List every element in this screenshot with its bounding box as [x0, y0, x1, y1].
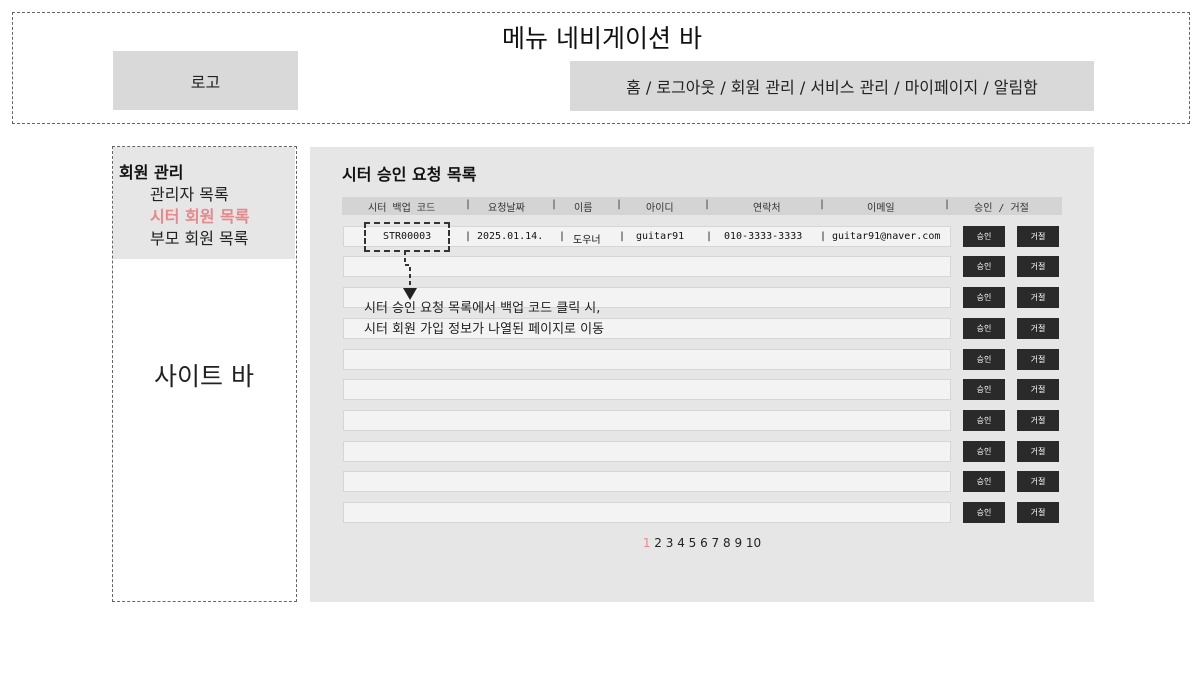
table-row	[343, 379, 951, 400]
approve-button[interactable]: 승인	[963, 287, 1005, 308]
column-separator: |	[819, 199, 826, 210]
annotation-arrow-icon	[403, 251, 417, 300]
column-separator: |	[551, 199, 558, 210]
table-row	[343, 349, 951, 370]
logo[interactable]: 로고	[113, 51, 298, 110]
page-title: 시터 승인 요청 목록	[342, 165, 477, 184]
annotation-note: 시터 승인 요청 목록에서 백업 코드 클릭 시, 시터 회원 가입 정보가 나…	[364, 298, 604, 340]
navigation-bar: 메뉴 네비게이션 바 로고 홈 / 로그아웃 / 회원 관리 / 서비스 관리 …	[12, 12, 1190, 124]
member-id: guitar91	[636, 231, 685, 242]
approve-button[interactable]: 승인	[963, 502, 1005, 523]
table-header: 시터 백업 코드 | 요청날짜 | 이름 | 아이디 | 연락처 | 이메일 |…	[342, 197, 1062, 215]
logo-label: 로고	[190, 72, 221, 92]
column-header-date: 요청날짜	[488, 203, 525, 214]
member-phone: 010-3333-3333	[724, 231, 803, 242]
approve-button[interactable]: 승인	[963, 349, 1005, 370]
row-separator: |	[619, 231, 626, 242]
table-row	[343, 256, 951, 277]
code-highlight-box	[364, 222, 450, 252]
table-row	[343, 441, 951, 462]
table-row	[343, 502, 951, 523]
approve-button[interactable]: 승인	[963, 441, 1005, 462]
reject-button[interactable]: 거절	[1017, 410, 1059, 431]
sidebar-item-parent-list[interactable]: 부모 회원 목록	[150, 225, 249, 249]
reject-button[interactable]: 거절	[1017, 256, 1059, 277]
request-date: 2025.01.14.	[477, 231, 544, 242]
reject-button[interactable]: 거절	[1017, 349, 1059, 370]
column-header-id: 아이디	[646, 203, 674, 214]
approve-button[interactable]: 승인	[963, 379, 1005, 400]
sidebar-item-admin-list[interactable]: 관리자 목록	[150, 181, 229, 205]
sidebar: 회원 관리 관리자 목록 시터 회원 목록 부모 회원 목록 사이트 바	[112, 146, 297, 602]
member-email: guitar91@naver.com	[832, 231, 941, 242]
column-header-name: 이름	[574, 203, 593, 214]
content-panel: 시터 승인 요청 목록 시터 백업 코드 | 요청날짜 | 이름 | 아이디 |…	[310, 147, 1094, 602]
table-row	[343, 471, 951, 492]
row-separator: |	[465, 231, 472, 242]
annotation-line: 시터 회원 가입 정보가 나열된 페이지로 이동	[364, 322, 605, 337]
approve-button[interactable]: 승인	[963, 471, 1005, 492]
sidebar-title: 사이트 바	[154, 362, 254, 391]
page-links[interactable]: 2 3 4 5 6 7 8 9 10	[654, 536, 761, 550]
main-menu[interactable]: 홈 / 로그아웃 / 회원 관리 / 서비스 관리 / 마이페이지 / 알림함	[570, 61, 1094, 111]
column-separator: |	[704, 199, 711, 210]
approve-button[interactable]: 승인	[963, 256, 1005, 277]
row-separator: |	[706, 231, 713, 242]
reject-button[interactable]: 거절	[1017, 287, 1059, 308]
pagination: 1 2 3 4 5 6 7 8 9 10	[310, 536, 1094, 550]
column-separator: |	[944, 199, 951, 210]
sidebar-heading[interactable]: 회원 관리	[119, 159, 183, 183]
approve-button[interactable]: 승인	[963, 318, 1005, 339]
reject-button[interactable]: 거절	[1017, 471, 1059, 492]
column-separator: |	[465, 199, 472, 210]
column-header-email: 이메일	[867, 203, 895, 214]
table-row	[343, 410, 951, 431]
reject-button[interactable]: 거절	[1017, 441, 1059, 462]
member-name: 도우너	[573, 235, 601, 246]
column-separator: |	[616, 199, 623, 210]
page-current[interactable]: 1	[643, 536, 651, 550]
sidebar-item-sitter-list[interactable]: 시터 회원 목록	[150, 203, 249, 227]
column-header-phone: 연락처	[753, 203, 781, 214]
reject-button[interactable]: 거절	[1017, 502, 1059, 523]
reject-button[interactable]: 거절	[1017, 379, 1059, 400]
reject-button[interactable]: 거절	[1017, 226, 1059, 247]
navbar-title: 메뉴 네비게이션 바	[502, 24, 702, 53]
annotation-line: 시터 승인 요청 목록에서 백업 코드 클릭 시,	[364, 301, 601, 316]
approve-button[interactable]: 승인	[963, 226, 1005, 247]
column-header-action: 승인 / 거절	[974, 203, 1029, 214]
row-separator: |	[820, 231, 827, 242]
approve-button[interactable]: 승인	[963, 410, 1005, 431]
column-header-code: 시터 백업 코드	[368, 203, 436, 214]
reject-button[interactable]: 거절	[1017, 318, 1059, 339]
row-separator: |	[559, 231, 566, 242]
main-menu-label: 홈 / 로그아웃 / 회원 관리 / 서비스 관리 / 마이페이지 / 알림함	[626, 78, 1038, 97]
